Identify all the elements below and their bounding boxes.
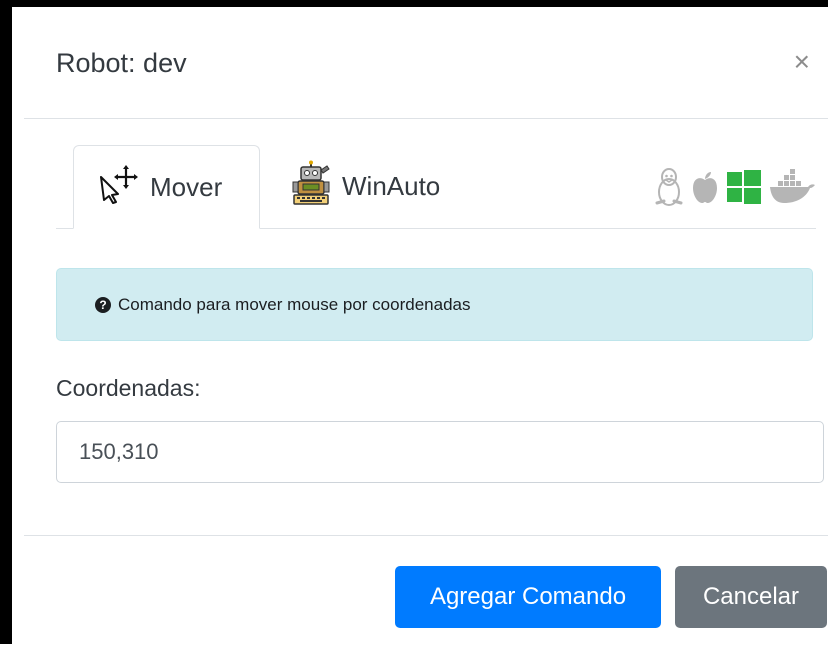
coordinates-label: Coordenadas: [56, 375, 201, 401]
robot-icon [288, 160, 334, 213]
close-button[interactable]: × [794, 48, 810, 76]
robot-modal: Robot: dev × Mover WinAuto ? Comando par… [24, 14, 828, 644]
question-circle-icon: ? [95, 296, 111, 313]
alert-text: Comando para mover mouse por coordenadas [118, 294, 471, 314]
move-cursor-icon [98, 164, 142, 211]
modal-header: Robot: dev × [24, 14, 828, 119]
cancel-button[interactable]: Cancelar [675, 566, 827, 628]
windows-icon [726, 170, 762, 209]
info-alert: ? Comando para mover mouse por coordenad… [56, 268, 813, 341]
add-command-button[interactable]: Agregar Comando [395, 566, 661, 628]
tab-winauto-label: WinAuto [342, 170, 441, 201]
modal-title: Robot: dev [56, 48, 187, 78]
modal-footer: Agregar Comando Cancelar [24, 535, 828, 652]
tab-mover[interactable]: Mover [73, 145, 260, 229]
window-frame: Robot: dev × Mover WinAuto ? Comando par… [0, 0, 828, 644]
tab-winauto[interactable]: WinAuto [284, 145, 440, 227]
apple-icon [690, 169, 720, 210]
docker-icon [768, 169, 816, 210]
coordinates-input[interactable] [56, 421, 824, 483]
command-tabs: Mover WinAuto [56, 145, 816, 229]
linux-icon [654, 167, 684, 212]
tab-mover-label: Mover [150, 171, 223, 202]
os-icons [654, 167, 816, 212]
